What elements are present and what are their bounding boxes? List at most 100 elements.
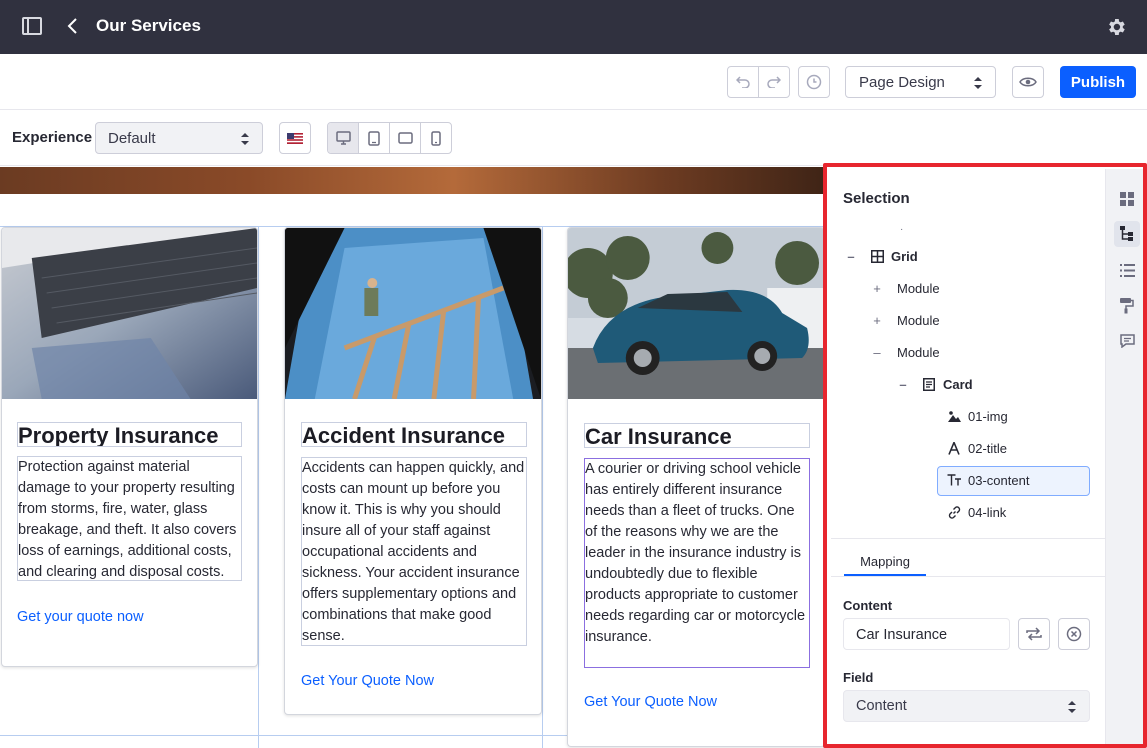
change-source-button[interactable] xyxy=(1018,618,1050,650)
tree-label: 01-img xyxy=(968,408,1008,424)
grid-guide-line xyxy=(542,226,543,748)
select-arrows-icon xyxy=(1068,701,1076,713)
card-content-selected[interactable]: A courier or driving school vehicle has … xyxy=(584,458,810,668)
tree-label: 04-link xyxy=(968,504,1007,520)
card-title[interactable]: Property Insurance xyxy=(17,422,242,447)
redo-icon xyxy=(767,76,781,88)
tablet-landscape-icon xyxy=(397,132,413,144)
landscape-view-button[interactable] xyxy=(389,123,420,153)
tree-label: Card xyxy=(943,376,973,392)
collapse-toggle[interactable]: – xyxy=(895,377,911,392)
car-image xyxy=(568,228,825,399)
gear-icon[interactable] xyxy=(1105,16,1127,38)
undo-button[interactable] xyxy=(728,67,758,97)
preview-button[interactable] xyxy=(1012,66,1044,98)
history-button[interactable] xyxy=(798,66,830,98)
page-editor: Our Services Page Design Publish Experie… xyxy=(0,0,1147,748)
content-label: Content xyxy=(843,598,893,613)
laptop-image xyxy=(2,228,257,399)
comments-icon[interactable] xyxy=(1114,328,1140,354)
desktop-icon xyxy=(335,131,351,145)
tree-label: Module xyxy=(897,312,940,328)
select-arrows-icon xyxy=(974,77,982,89)
tree-item-card[interactable]: – Card xyxy=(895,370,973,398)
swap-icon xyxy=(1026,627,1042,641)
field-label: Field xyxy=(843,670,874,685)
page-design-value: Page Design xyxy=(859,73,945,91)
sidebar-toggle-icon[interactable] xyxy=(22,17,42,35)
undo-redo-group xyxy=(727,66,790,98)
device-toggle-group xyxy=(327,122,452,154)
grid-guide-line xyxy=(258,226,259,748)
card-accident-insurance[interactable]: Accident Insurance Accidents can happen … xyxy=(284,227,542,715)
paint-roller-icon[interactable] xyxy=(1114,293,1140,319)
collapse-toggle[interactable]: – xyxy=(869,345,885,360)
tree-item-module[interactable]: – Module xyxy=(869,338,940,366)
page-canvas: Property Insurance Protection against ma… xyxy=(0,167,825,748)
grid-icon xyxy=(869,248,885,264)
us-flag-icon xyxy=(287,132,303,144)
tree-item-link[interactable]: 04-link xyxy=(946,498,1006,526)
divider xyxy=(831,576,1105,577)
experience-bar: Experience Default xyxy=(0,110,1147,166)
toolbar: Page Design Publish xyxy=(0,54,1147,110)
publish-button[interactable]: Publish xyxy=(1060,66,1136,98)
fragments-icon[interactable] xyxy=(1114,186,1140,212)
tree-item-content[interactable]: 03-content xyxy=(946,466,1029,494)
field-select[interactable]: Content xyxy=(843,690,1090,722)
expand-toggle[interactable]: + xyxy=(869,281,885,296)
tree-item-img[interactable]: 01-img xyxy=(946,402,1008,430)
mobile-view-button[interactable] xyxy=(420,123,451,153)
field-value: Content xyxy=(856,698,907,714)
card-link[interactable]: Get Your Quote Now xyxy=(301,673,434,689)
list-icon[interactable] xyxy=(1114,257,1140,283)
tree-item-title[interactable]: 02-title xyxy=(946,434,1007,462)
text-a-icon xyxy=(946,440,962,456)
card-title[interactable]: Accident Insurance xyxy=(301,422,527,447)
image-icon xyxy=(946,408,962,424)
link-icon xyxy=(946,504,962,520)
clear-mapping-button[interactable] xyxy=(1058,618,1090,650)
tab-mapping[interactable]: Mapping xyxy=(844,554,926,569)
redo-button[interactable] xyxy=(758,67,789,97)
card-content[interactable]: Accidents can happen quickly, and costs … xyxy=(301,457,527,646)
divider xyxy=(831,538,1105,539)
collapse-toggle[interactable]: – xyxy=(843,249,859,264)
tree-ellipsis-dot: · xyxy=(900,224,904,235)
page-title: Our Services xyxy=(96,16,201,35)
back-arrow-icon[interactable] xyxy=(64,15,82,37)
selection-title: Selection xyxy=(843,190,910,207)
desktop-view-button[interactable] xyxy=(328,123,358,153)
language-button[interactable] xyxy=(279,122,311,154)
tree-item-grid[interactable]: – Grid xyxy=(843,242,917,270)
expand-toggle[interactable]: + xyxy=(869,313,885,328)
tree-label: Module xyxy=(897,280,940,296)
text-size-icon xyxy=(946,472,962,488)
card-property-insurance[interactable]: Property Insurance Protection against ma… xyxy=(1,227,258,667)
clock-icon xyxy=(806,74,822,90)
card-car-insurance[interactable]: Car Insurance A courier or driving schoo… xyxy=(567,227,825,747)
eye-icon xyxy=(1019,77,1037,87)
page-design-select[interactable]: Page Design xyxy=(845,66,996,98)
undo-icon xyxy=(736,76,750,88)
tree-label: 03-content xyxy=(968,472,1030,488)
experience-select[interactable]: Default xyxy=(95,122,263,154)
construction-image xyxy=(285,228,541,399)
experience-label: Experience xyxy=(12,129,93,146)
close-circle-icon xyxy=(1066,626,1082,642)
tablet-icon xyxy=(368,130,380,146)
card-link[interactable]: Get Your Quote Now xyxy=(584,694,717,710)
tree-item-module[interactable]: + Module xyxy=(869,274,940,302)
tree-label: Module xyxy=(897,344,940,360)
card-content[interactable]: Protection against material damage to yo… xyxy=(17,456,242,581)
page-structure-icon[interactable] xyxy=(1114,221,1140,247)
card-title[interactable]: Car Insurance xyxy=(584,423,810,448)
card-icon xyxy=(921,376,937,392)
tablet-view-button[interactable] xyxy=(358,123,389,153)
content-input[interactable]: Car Insurance xyxy=(843,618,1010,650)
sidebar-rail xyxy=(1105,169,1147,748)
banner-image xyxy=(0,167,825,194)
card-link[interactable]: Get your quote now xyxy=(17,609,144,625)
tree-item-module[interactable]: + Module xyxy=(869,306,940,334)
select-arrows-icon xyxy=(241,133,249,145)
